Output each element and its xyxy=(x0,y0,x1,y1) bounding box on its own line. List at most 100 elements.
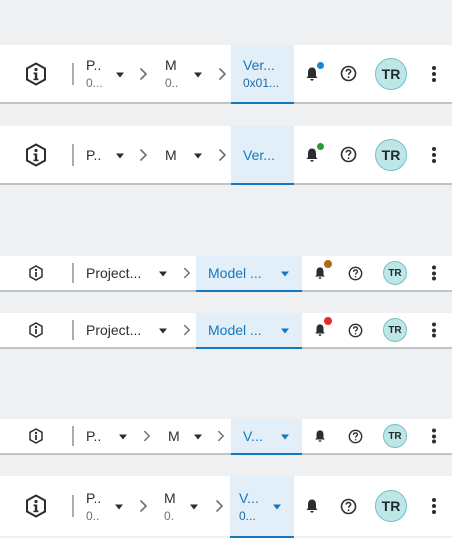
version-label: Ver... xyxy=(243,57,275,73)
notifications-bell-icon[interactable] xyxy=(303,142,324,164)
notification-dot xyxy=(324,317,332,325)
info-logo-icon[interactable] xyxy=(28,265,44,281)
chevron-right-icon xyxy=(217,430,225,442)
project-selector[interactable]: P.. xyxy=(86,419,130,453)
divider xyxy=(72,62,74,85)
chevron-down-icon xyxy=(116,72,124,77)
info-logo-icon[interactable] xyxy=(24,494,48,518)
project-id: 0... xyxy=(86,76,103,90)
more-options-icon[interactable] xyxy=(432,498,436,514)
top-bar: P.. 0.. M 0. V... 0... TR xyxy=(0,476,452,538)
help-icon[interactable] xyxy=(347,428,363,444)
divider xyxy=(72,263,74,283)
model-selector[interactable]: Model ... xyxy=(196,313,302,349)
notifications-bell-icon[interactable] xyxy=(312,428,328,444)
model-selector[interactable]: M xyxy=(165,126,210,183)
chevron-down-icon xyxy=(116,153,124,158)
model-label: Model ... xyxy=(208,265,262,281)
model-selector[interactable]: M 0. xyxy=(164,476,206,536)
user-avatar[interactable]: TR xyxy=(383,318,407,342)
version-selector[interactable]: V... xyxy=(231,419,302,455)
chevron-down-icon xyxy=(194,434,202,440)
info-logo-icon[interactable] xyxy=(28,322,44,338)
chevron-down-icon xyxy=(119,434,127,440)
more-options-icon[interactable] xyxy=(432,265,436,281)
model-selector[interactable]: M 0.. xyxy=(165,45,210,102)
chevron-down-icon xyxy=(281,328,289,334)
project-selector[interactable]: Project... xyxy=(86,313,174,347)
project-label: Project... xyxy=(86,265,142,281)
chevron-right-icon xyxy=(183,324,191,336)
more-options-icon[interactable] xyxy=(432,322,436,338)
top-bar: P.. M V... TR xyxy=(0,419,452,455)
model-label: M xyxy=(168,428,180,444)
version-label: V... xyxy=(243,428,263,444)
info-logo-icon[interactable] xyxy=(24,61,48,86)
project-id: 0.. xyxy=(86,508,100,523)
version-id: 0x01... xyxy=(243,76,280,90)
divider xyxy=(72,495,74,517)
version-selector[interactable]: Ver... xyxy=(231,126,294,185)
model-selector[interactable]: Model ... xyxy=(196,256,302,292)
chevron-down-icon xyxy=(281,434,289,440)
project-selector[interactable]: P.. xyxy=(86,126,131,183)
more-options-icon[interactable] xyxy=(432,65,436,82)
info-logo-icon[interactable] xyxy=(28,428,44,444)
notifications-bell-icon[interactable] xyxy=(303,497,321,515)
help-icon[interactable] xyxy=(339,65,357,83)
divider xyxy=(72,320,74,340)
chevron-right-icon xyxy=(218,67,227,80)
project-selector[interactable]: P.. 0... xyxy=(86,45,131,102)
model-id: 0.. xyxy=(165,76,179,90)
chevron-right-icon xyxy=(139,499,148,513)
notification-dot xyxy=(324,260,332,268)
user-avatar[interactable]: TR xyxy=(375,490,407,522)
model-label: M xyxy=(165,146,177,163)
chevron-down-icon xyxy=(115,504,123,510)
chevron-down-icon xyxy=(190,504,198,510)
version-label: V... xyxy=(239,489,259,506)
project-label: P.. xyxy=(86,146,102,163)
notifications-bell-icon[interactable] xyxy=(303,61,324,83)
user-avatar[interactable]: TR xyxy=(383,424,407,448)
project-label: Project... xyxy=(86,322,142,338)
help-icon[interactable] xyxy=(347,322,363,338)
chevron-down-icon xyxy=(273,504,281,510)
more-options-icon[interactable] xyxy=(432,146,436,163)
model-label: M xyxy=(164,489,176,506)
notifications-bell-icon[interactable] xyxy=(312,260,332,281)
help-icon[interactable] xyxy=(339,497,357,515)
version-selector[interactable]: Ver... 0x01... xyxy=(231,45,294,104)
user-avatar[interactable]: TR xyxy=(375,138,407,171)
chevron-right-icon xyxy=(139,148,148,161)
version-id: 0... xyxy=(239,508,256,523)
project-label: P.. xyxy=(86,57,102,73)
more-options-icon[interactable] xyxy=(432,428,436,444)
divider xyxy=(72,143,74,166)
chevron-right-icon xyxy=(218,148,227,161)
model-label: M xyxy=(165,57,177,73)
model-id: 0. xyxy=(164,508,175,523)
chevron-right-icon xyxy=(139,67,148,80)
help-icon[interactable] xyxy=(339,146,357,164)
top-bar: P.. 0... M 0.. Ver... 0x01... TR xyxy=(0,45,452,104)
divider xyxy=(72,426,74,446)
chevron-down-icon xyxy=(194,72,202,77)
project-label: P.. xyxy=(86,489,102,506)
user-avatar[interactable]: TR xyxy=(375,57,407,90)
project-selector[interactable]: Project... xyxy=(86,256,174,290)
model-label: Model ... xyxy=(208,322,262,338)
model-selector[interactable]: M xyxy=(168,419,208,453)
chevron-right-icon xyxy=(183,267,191,279)
project-selector[interactable]: P.. 0.. xyxy=(86,476,128,536)
notifications-bell-icon[interactable] xyxy=(312,317,332,338)
chevron-right-icon xyxy=(215,499,224,513)
user-avatar[interactable]: TR xyxy=(383,261,407,285)
help-icon[interactable] xyxy=(347,265,363,281)
notification-dot xyxy=(317,61,324,69)
version-selector[interactable]: V... 0... xyxy=(230,476,294,538)
project-label: P.. xyxy=(86,428,102,444)
info-logo-icon[interactable] xyxy=(24,142,48,167)
version-label: Ver... xyxy=(243,146,275,163)
notification-dot xyxy=(317,142,324,150)
